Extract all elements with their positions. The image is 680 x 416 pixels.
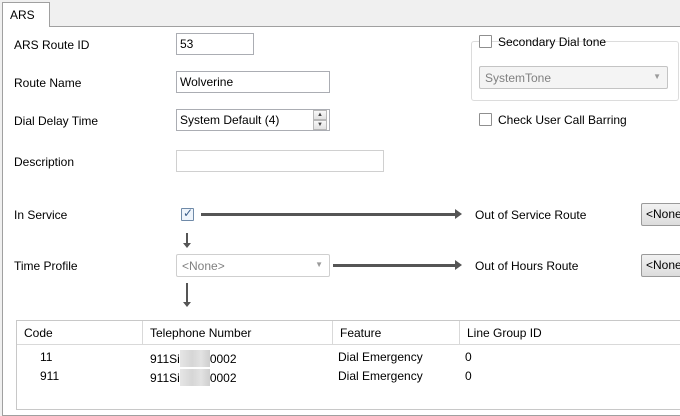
time-profile-value: <None>: [182, 259, 225, 273]
out-of-service-route-button[interactable]: <None>: [641, 203, 680, 226]
secondary-dial-tone-select[interactable]: SystemTone ▼: [479, 66, 668, 89]
arrow-down-icon: [183, 302, 191, 307]
checkmark-icon: ✓: [183, 206, 194, 220]
route-name-field[interactable]: Wolverine: [176, 71, 330, 93]
redacted-block: [179, 369, 210, 386]
table-header: Code Telephone Number Feature Line Group…: [17, 321, 680, 345]
time-profile-flow-line: [333, 264, 456, 267]
flow-line-down-2: [186, 283, 188, 302]
check-call-barring-label: Check User Call Barring: [498, 113, 627, 127]
cell-code: 11: [40, 350, 53, 364]
route-name-label: Route Name: [14, 76, 82, 90]
tab-ars-label: ARS: [10, 8, 35, 22]
telephone-suffix: 0002: [209, 371, 237, 385]
description-field[interactable]: [176, 150, 384, 172]
in-service-flow-line: [201, 213, 456, 216]
cell-telephone-number: 911Si 0002: [150, 350, 237, 367]
cell-code: 911: [40, 369, 60, 383]
chevron-down-icon: ▼: [653, 72, 661, 81]
in-service-label: In Service: [14, 208, 68, 222]
description-label: Description: [14, 155, 75, 169]
telephone-suffix: 0002: [209, 352, 237, 366]
arrow-right-icon: [455, 209, 462, 219]
dial-delay-label: Dial Delay Time: [14, 114, 99, 128]
column-header-telephone-number[interactable]: Telephone Number: [143, 321, 333, 344]
column-header-feature[interactable]: Feature: [333, 321, 460, 344]
secondary-dial-tone-value: SystemTone: [485, 71, 552, 85]
dial-delay-spinner[interactable]: System Default (4): [176, 109, 330, 131]
secondary-dial-tone-label: Secondary Dial tone: [498, 35, 607, 49]
arrow-down-icon: [183, 243, 191, 248]
ars-code-table[interactable]: Code Telephone Number Feature Line Group…: [16, 320, 680, 410]
route-id-label: ARS Route ID: [14, 38, 90, 52]
cell-feature: Dial Emergency: [338, 350, 423, 364]
arrow-right-icon: [455, 260, 462, 270]
tab-ars[interactable]: ARS: [2, 2, 50, 27]
time-profile-label: Time Profile: [14, 259, 78, 273]
check-call-barring-checkbox[interactable]: [479, 113, 492, 126]
chevron-down-icon: ▼: [315, 260, 323, 269]
table-row[interactable]: 911 911Si 0002 Dial Emergency 0: [17, 367, 680, 386]
redacted-block: [179, 350, 210, 367]
out-of-service-route-value: <None>: [646, 207, 680, 221]
spin-down-icon[interactable]: ▼: [313, 120, 327, 130]
time-profile-select[interactable]: <None> ▼: [176, 254, 330, 277]
column-header-line-group-id[interactable]: Line Group ID: [460, 321, 680, 344]
spin-up-icon[interactable]: ▲: [313, 110, 327, 120]
cell-line-group-id: 0: [465, 369, 472, 383]
out-of-hours-label: Out of Hours Route: [475, 259, 579, 273]
secondary-dial-tone-checkbox[interactable]: [479, 35, 492, 48]
telephone-prefix: 911Si: [150, 371, 180, 385]
out-of-service-label: Out of Service Route: [475, 208, 587, 222]
route-id-field[interactable]: 53: [176, 33, 254, 55]
table-row[interactable]: 11 911Si 0002 Dial Emergency 0: [17, 348, 680, 367]
cell-telephone-number: 911Si 0002: [150, 369, 237, 386]
cell-feature: Dial Emergency: [338, 369, 423, 383]
cell-line-group-id: 0: [465, 350, 472, 364]
dial-delay-value: System Default (4): [180, 113, 280, 127]
column-header-code[interactable]: Code: [17, 321, 143, 344]
out-of-hours-route-button[interactable]: <None>: [641, 254, 680, 277]
flow-line-down-1: [186, 233, 188, 243]
telephone-prefix: 911Si: [150, 352, 180, 366]
in-service-checkbox[interactable]: ✓: [181, 206, 194, 221]
out-of-hours-route-value: <None>: [646, 258, 680, 272]
